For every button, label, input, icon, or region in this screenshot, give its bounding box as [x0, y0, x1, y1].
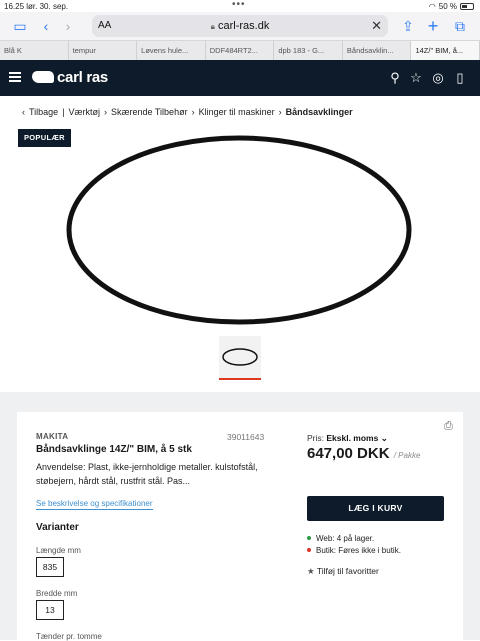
star-icon[interactable]: ☆ [408, 70, 424, 86]
variant-label-length: Længde mm [36, 546, 81, 555]
chevron-down-icon: ⌄ [380, 433, 388, 443]
forward-icon[interactable]: › [58, 16, 78, 36]
menu-icon[interactable] [9, 72, 21, 82]
tab-3[interactable]: KRLøvens hule... [137, 41, 320, 614]
stock-status-dot [307, 536, 311, 540]
vat-mode-dropdown[interactable]: Ekskl. moms ⌄ [326, 433, 387, 443]
tab-7-active[interactable]: x14Z/" BIM, å... [307, 41, 480, 614]
chevron-left-icon: ‹ [22, 107, 25, 117]
tab-5[interactable]: Gdpb 183 - G... [274, 41, 343, 614]
stock-status-dot [307, 548, 311, 552]
product-price: 647,00 DKK / Pakke [307, 445, 421, 462]
new-tab-icon[interactable]: + [423, 16, 443, 36]
chevron-right-icon: › [104, 107, 108, 117]
search-icon[interactable]: ⚲ [387, 70, 403, 86]
browser-toolbar: ▭ ‹ › AA 🔒︎ carl-ras.dk ✕ ⇪ + ⧉ [0, 12, 480, 40]
share-icon[interactable]: ⇪ [398, 16, 418, 36]
chevron-right-icon: › [278, 107, 282, 117]
tab-1[interactable]: starBlå K [0, 41, 320, 614]
site-header: carl ras ⚲ ☆ ◎ ▯ [0, 60, 480, 96]
url-text: 🔒︎ carl-ras.dk [210, 20, 270, 32]
tab-6[interactable]: WBåndsavklin... [307, 41, 412, 614]
address-bar[interactable]: AA 🔒︎ carl-ras.dk ✕ [92, 15, 388, 37]
multitask-dots[interactable]: ••• [232, 0, 246, 10]
variant-option-width[interactable]: 13 [36, 600, 64, 620]
product-description: Anvendelse: Plast, ikke-jernholdige meta… [36, 462, 258, 486]
battery-percent: 50 % [438, 2, 457, 11]
variant-option-length[interactable]: 835 [36, 557, 64, 577]
print-icon[interactable]: ⎙ [444, 420, 453, 433]
tab-4[interactable]: GDDF484RT2... [206, 41, 312, 614]
breadcrumb-back[interactable]: Tilbage [29, 107, 58, 117]
battery-icon [460, 3, 474, 10]
back-icon[interactable]: ‹ [36, 16, 56, 36]
product-image[interactable] [60, 132, 418, 328]
breadcrumb-item[interactable]: Værktøj [69, 107, 101, 117]
product-thumbnail[interactable] [219, 336, 261, 378]
price-unit: / Pakke [393, 451, 421, 460]
variants-heading: Varianter [36, 522, 79, 533]
site-logo[interactable]: carl ras [32, 69, 108, 86]
product-sku: 39011643 [227, 432, 265, 442]
see-description-link[interactable]: Se beskrivelse og specifikationer [36, 499, 153, 510]
product-title: Båndsavklinge 14Z/" BIM, å 5 stk [36, 444, 192, 455]
chevron-right-icon: › [191, 107, 195, 117]
star-filled-icon: ★ [307, 566, 315, 576]
product-brand[interactable]: MAKITA [36, 432, 68, 441]
breadcrumb-item[interactable]: Klinger til maskiner [199, 107, 275, 117]
thumbnail-active-indicator [219, 378, 261, 380]
breadcrumb-item[interactable]: Skærende Tilbehør [111, 107, 188, 117]
variant-label-width: Bredde mm [36, 589, 78, 598]
stock-store: Butik: Føres ikke i butik. [307, 546, 401, 555]
sidebar-icon[interactable]: ▭ [10, 16, 30, 36]
user-icon[interactable]: ◎ [430, 70, 446, 86]
breadcrumb: ‹ Tilbage | Værktøj › Skærende Tilbehør › K… [22, 107, 353, 117]
status-time: 16.25 lør. 30. sep. [4, 2, 69, 11]
status-bar: 16.25 lør. 30. sep. ••• ◠ 50 % [0, 0, 480, 12]
clear-url-icon[interactable]: ✕ [371, 18, 382, 34]
cart-icon[interactable]: ▯ [452, 70, 468, 86]
logo-mark-icon [32, 71, 54, 83]
tab-strip: starBlå K Gtempur KRLøvens hule... GDDF4… [0, 40, 480, 614]
wifi-icon: ◠ [428, 2, 436, 11]
tab-2[interactable]: Gtempur [69, 41, 312, 614]
price-label: Pris: Ekskl. moms ⌄ [307, 433, 388, 443]
add-to-favorites-link[interactable]: ★ Tilføj til favoritter [307, 566, 379, 577]
add-to-cart-button[interactable]: LÆG I KURV [307, 496, 444, 521]
lock-icon: 🔒︎ [210, 22, 215, 31]
stock-web: Web: 4 på lager. [307, 534, 374, 543]
status-right: ◠ 50 % [429, 2, 474, 11]
breadcrumb-current: Båndsavklinger [285, 107, 353, 117]
tabs-overview-icon[interactable]: ⧉ [450, 16, 470, 36]
